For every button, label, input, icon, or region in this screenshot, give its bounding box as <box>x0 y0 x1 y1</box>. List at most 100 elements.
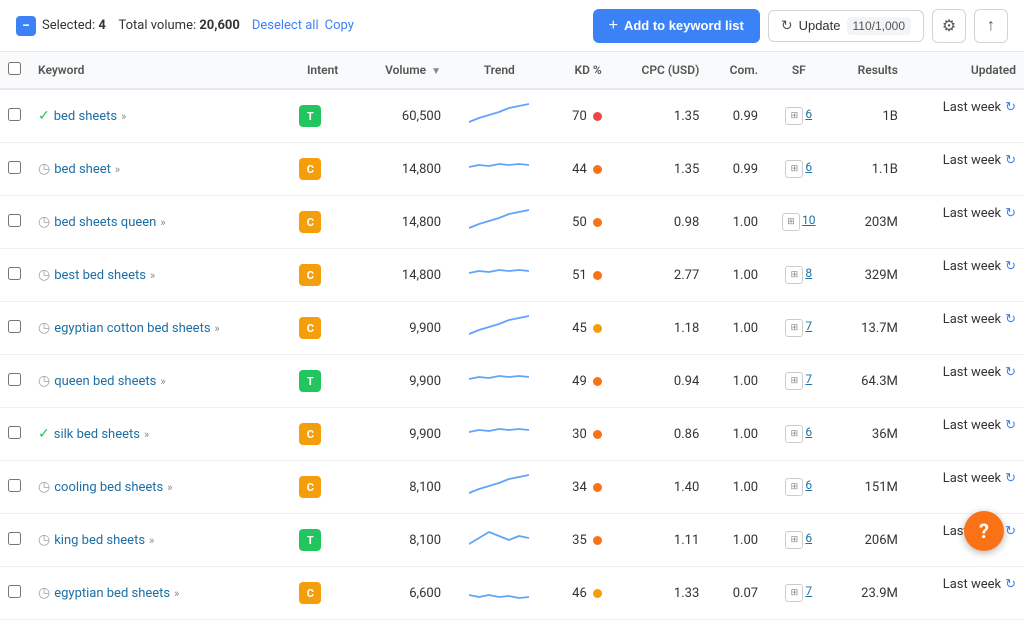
row-checkbox[interactable] <box>8 320 21 333</box>
keyword-link[interactable]: bed sheets queen» <box>54 215 165 230</box>
keyword-cell: ◷queen bed sheets» <box>30 355 291 408</box>
refresh-icon[interactable]: ↻ <box>1005 418 1016 433</box>
row-checkbox[interactable] <box>8 532 21 545</box>
trend-sparkline <box>469 418 529 446</box>
copy-button[interactable]: Copy <box>325 18 354 33</box>
sf-link[interactable]: 7 <box>805 372 812 386</box>
intent-cell: C <box>291 461 354 514</box>
serp-icon[interactable]: ⊞ <box>785 266 803 284</box>
keyword-link[interactable]: bed sheets» <box>54 109 127 124</box>
sf-link[interactable]: 10 <box>802 213 816 227</box>
serp-icon[interactable]: ⊞ <box>785 160 803 178</box>
refresh-icon[interactable]: ↻ <box>1005 206 1016 221</box>
keyword-link[interactable]: silk bed sheets» <box>54 427 149 442</box>
export-button[interactable]: ↑ <box>974 9 1008 43</box>
serp-icon[interactable]: ⊞ <box>785 584 803 602</box>
updated-text: Last week <box>943 577 1001 592</box>
help-button[interactable]: ? <box>964 511 1004 551</box>
trend-sparkline <box>469 365 529 393</box>
serp-icon[interactable]: ⊞ <box>785 107 803 125</box>
kd-number: 44 <box>572 162 587 177</box>
kd-dot <box>593 112 602 121</box>
verified-gray-icon: ◷ <box>38 161 50 177</box>
sf-link[interactable]: 8 <box>805 266 812 280</box>
intent-badge: C <box>299 264 321 286</box>
row-checkbox[interactable] <box>8 373 21 386</box>
deselect-all-button[interactable]: Deselect all <box>252 18 319 33</box>
row-checkbox[interactable] <box>8 585 21 598</box>
keyword-cell: ✓silk bed sheets» <box>30 408 291 461</box>
header-keyword: Keyword <box>30 52 291 89</box>
sf-link[interactable]: 7 <box>805 584 812 598</box>
keyword-link[interactable]: king bed sheets» <box>54 533 154 548</box>
trend-cell <box>449 567 549 620</box>
sf-link[interactable]: 6 <box>805 160 812 174</box>
serp-icon[interactable]: ⊞ <box>785 531 803 549</box>
refresh-icon[interactable]: ↻ <box>1005 153 1016 168</box>
keyword-link[interactable]: egyptian cotton bed sheets» <box>54 321 219 336</box>
sf-link[interactable]: 6 <box>805 107 812 121</box>
sf-link[interactable]: 7 <box>805 319 812 333</box>
kd-value: 46 <box>572 586 602 601</box>
refresh-icon: ↻ <box>781 17 793 34</box>
trend-cell <box>449 196 549 249</box>
row-checkbox[interactable] <box>8 479 21 492</box>
row-checkbox[interactable] <box>8 108 21 121</box>
keyword-table: Keyword Intent Volume ▼ Trend KD % CPC (… <box>0 52 1024 620</box>
serp-icon[interactable]: ⊞ <box>785 319 803 337</box>
kd-value: 35 <box>572 533 602 548</box>
update-button[interactable]: ↻ Update 110/1,000 <box>768 10 924 42</box>
top-bar: − Selected: 4 Total volume: 20,600 Desel… <box>0 0 1024 52</box>
settings-button[interactable]: ⚙ <box>932 9 966 43</box>
plus-icon: + <box>609 17 618 35</box>
keyword-link[interactable]: egyptian bed sheets» <box>54 586 179 601</box>
serp-icon[interactable]: ⊞ <box>782 213 800 231</box>
select-all-checkbox[interactable] <box>8 62 21 75</box>
add-to-keyword-list-button[interactable]: + Add to keyword list <box>593 9 760 43</box>
sf-link[interactable]: 6 <box>805 425 812 439</box>
volume-cell: 8,100 <box>354 514 449 567</box>
refresh-icon[interactable]: ↻ <box>1005 100 1016 115</box>
serp-icon[interactable]: ⊞ <box>785 425 803 443</box>
row-checkbox[interactable] <box>8 214 21 227</box>
intent-badge: T <box>299 105 321 127</box>
chevron-right-icon: » <box>149 534 154 547</box>
kd-number: 30 <box>572 427 587 442</box>
refresh-icon[interactable]: ↻ <box>1005 312 1016 327</box>
kd-number: 34 <box>572 480 587 495</box>
refresh-icon[interactable]: ↻ <box>1005 259 1016 274</box>
deselect-minus-button[interactable]: − <box>16 16 36 36</box>
keyword-link[interactable]: queen bed sheets» <box>54 374 165 389</box>
kd-dot <box>593 377 602 386</box>
com-cell: 1.00 <box>707 196 766 249</box>
sf-cell: ⊞7 <box>766 567 831 620</box>
refresh-icon[interactable]: ↻ <box>1005 365 1016 380</box>
table-row: ◷queen bed sheets»T9,900490.941.00⊞764.3… <box>0 355 1024 408</box>
row-checkbox[interactable] <box>8 161 21 174</box>
sf-link[interactable]: 6 <box>805 478 812 492</box>
updated-text: Last week <box>943 100 1001 115</box>
keyword-link[interactable]: best bed sheets» <box>54 268 155 283</box>
total-volume: 20,600 <box>199 18 240 33</box>
help-label: ? <box>979 519 989 543</box>
trend-sparkline <box>469 471 529 499</box>
serp-icon[interactable]: ⊞ <box>785 478 803 496</box>
trend-cell <box>449 143 549 196</box>
row-checkbox[interactable] <box>8 267 21 280</box>
kd-value: 70 <box>572 109 602 124</box>
row-checkbox[interactable] <box>8 426 21 439</box>
com-cell: 1.00 <box>707 461 766 514</box>
update-count: 110/1,000 <box>847 17 912 35</box>
refresh-icon[interactable]: ↻ <box>1005 577 1016 592</box>
kd-cell: 44 <box>549 143 609 196</box>
update-label: Update <box>799 18 841 33</box>
intent-badge: T <box>299 529 321 551</box>
refresh-icon[interactable]: ↻ <box>1005 524 1016 539</box>
kd-value: 49 <box>572 374 602 389</box>
refresh-icon[interactable]: ↻ <box>1005 471 1016 486</box>
header-volume[interactable]: Volume ▼ <box>354 52 449 89</box>
serp-icon[interactable]: ⊞ <box>785 372 803 390</box>
keyword-link[interactable]: cooling bed sheets» <box>54 480 172 495</box>
keyword-link[interactable]: bed sheet» <box>54 162 120 177</box>
sf-link[interactable]: 6 <box>805 531 812 545</box>
